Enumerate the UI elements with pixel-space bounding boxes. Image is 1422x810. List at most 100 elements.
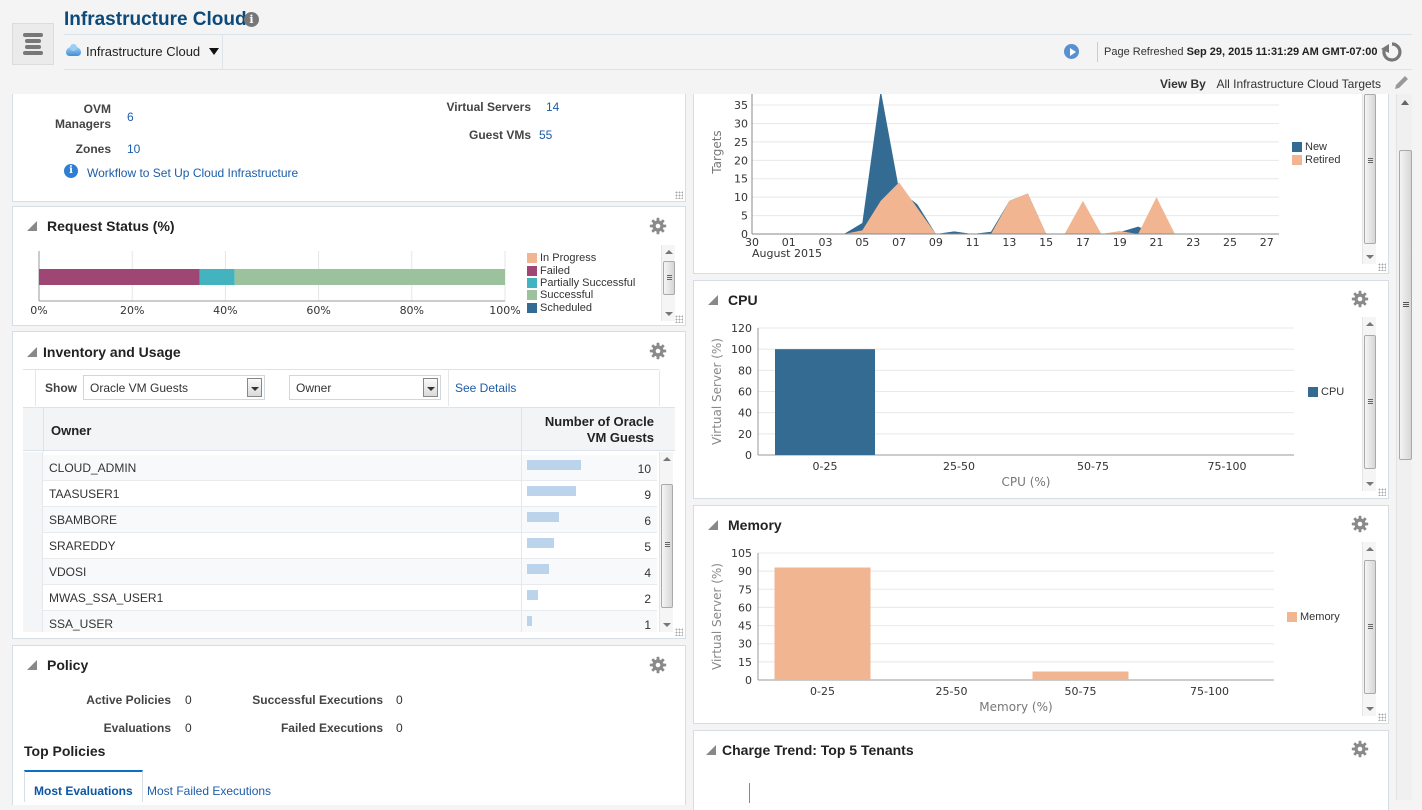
legend-label: Memory [1300,611,1340,624]
x-tick-label: 27 [1260,236,1274,249]
count-cell: 2 [644,592,651,606]
workflow-link[interactable]: Workflow to Set Up Cloud Infrastructure [87,166,298,180]
y-tick-label: 35 [734,99,748,112]
table-row[interactable]: SBAMBORE 6 [23,507,657,533]
dropdown-arrow-icon[interactable] [247,378,262,397]
legend-item[interactable]: Failed [527,264,635,277]
collapse-icon[interactable] [708,520,718,530]
scrollbar-thumb[interactable] [1399,150,1412,460]
legend-item[interactable]: New [1292,141,1340,153]
chart-scrollbar[interactable] [1362,317,1376,491]
table-row[interactable]: VDOSI 4 [23,559,657,585]
scroll-up-arrow[interactable] [1401,100,1409,105]
table-row[interactable]: MWAS_SSA_USER1 2 [23,585,657,611]
panel-header[interactable]: Memory [708,517,782,533]
guest-vms-value[interactable]: 55 [539,128,552,142]
y-axis-title: Virtual Server (%) [710,338,724,445]
count-bar [527,460,581,470]
collapse-icon[interactable] [27,660,37,670]
show-type-select[interactable]: Oracle VM Guests [83,375,265,400]
auto-refresh-play-button[interactable] [1064,44,1079,59]
summary-panel: OVM Managers 6 Zones 10 Virtual Servers … [12,94,686,202]
x-tick-label: 17 [1076,236,1090,249]
successful-executions-label: Successful Executions [252,693,383,707]
tab-most-evaluations[interactable]: Most Evaluations [24,770,143,802]
x-tick-label: 80% [400,304,424,317]
table-row[interactable]: TAASUSER1 9 [23,481,657,507]
legend-item[interactable]: Scheduled [527,302,635,314]
virtual-servers-value[interactable]: 14 [546,100,559,114]
guest-vms-label: Guest VMs [468,128,531,142]
select-value: Owner [296,381,332,395]
panel-header[interactable]: Policy [27,657,88,673]
resize-handle[interactable] [675,191,683,199]
gear-icon[interactable] [649,342,667,360]
panel-header[interactable]: Inventory and Usage [27,344,181,360]
ovm-managers-value[interactable]: 6 [127,110,134,124]
chart-scrollbar[interactable] [1362,94,1376,264]
panel-header[interactable]: Charge Trend: Top 5 Tenants [706,742,914,758]
y-tick-label: 20 [734,154,748,167]
gear-icon[interactable] [649,656,667,674]
cpu-panel: CPU 0 20 40 60 80 100 120 0-25 25-50 50-75 75-100 C… [693,280,1389,499]
page-refreshed-status: Page Refreshed Sep 29, 2015 11:31:29 AM … [1104,46,1378,58]
table-scrollbar[interactable] [659,452,673,632]
group-by-select[interactable]: Owner [289,375,441,400]
legend-scrollbar[interactable] [661,245,675,321]
charge-trend-panel: Charge Trend: Top 5 Tenants [693,730,1389,810]
legend-item[interactable]: Memory [1287,611,1340,623]
panel-title: Inventory and Usage [43,344,181,360]
table-row[interactable]: SRAREDDY 5 [23,533,657,559]
resize-handle[interactable] [1378,263,1386,271]
memory-panel: Memory 0 15 30 45 60 75 90 105 0-25 25-50 50-75 75-… [693,505,1389,724]
legend-item[interactable]: CPU [1308,386,1344,398]
table-row[interactable]: SSA_USER 1 [23,611,657,632]
x-tick-label: 09 [929,236,943,249]
legend-swatch [527,290,537,301]
see-details-link[interactable]: See Details [455,381,516,395]
legend-item[interactable]: Successful [527,289,635,301]
divider [64,69,1412,70]
pencil-edit-icon[interactable] [1392,74,1410,92]
legend-item[interactable]: Retired [1292,153,1340,166]
resize-handle[interactable] [675,628,683,636]
tab-most-failed-executions[interactable]: Most Failed Executions [138,772,280,804]
zones-value[interactable]: 10 [127,142,140,156]
gear-icon[interactable] [1351,515,1369,533]
y-tick-label: 20 [738,428,752,441]
legend-item[interactable]: Partially Successful [527,277,635,289]
gear-icon[interactable] [1351,290,1369,308]
legend-item[interactable]: In Progress [527,252,635,264]
bar-segment-successful [234,269,505,285]
panel-header[interactable]: Request Status (%) [27,218,175,234]
gear-icon[interactable] [1351,740,1369,758]
panel-header[interactable]: CPU [708,292,758,308]
navigation-menu-button[interactable] [12,23,54,65]
active-policies-value: 0 [185,693,192,707]
refresh-icon[interactable] [1380,40,1404,64]
chart-axis [749,783,750,803]
column-header-owner[interactable]: Owner [51,423,91,438]
collapse-icon[interactable] [27,221,37,231]
target-menu-label: Infrastructure Cloud [86,44,201,59]
target-menu-dropdown[interactable]: Infrastructure Cloud [66,44,220,59]
y-tick-label: 60 [738,386,752,399]
y-tick-label: 75 [738,583,752,596]
count-cell: 5 [644,540,651,554]
resize-handle[interactable] [675,315,683,323]
x-tick-label: 13 [1002,236,1016,249]
collapse-icon[interactable] [708,295,718,305]
collapse-icon[interactable] [27,347,37,357]
table-row[interactable]: CLOUD_ADMIN 10 [23,455,657,481]
resize-handle[interactable] [1378,713,1386,721]
dropdown-arrow-icon[interactable] [423,378,438,397]
page-scrollbar[interactable] [1396,94,1412,800]
chart-scrollbar[interactable] [1362,542,1376,716]
x-tick-label: 07 [892,236,906,249]
column-header-count[interactable]: Number of Oracle VM Guests [528,414,654,446]
info-icon[interactable]: i [244,12,259,27]
resize-handle[interactable] [1378,488,1386,496]
gear-icon[interactable] [649,217,667,235]
x-tick-label: 75-100 [1208,460,1247,473]
collapse-icon[interactable] [706,745,716,755]
